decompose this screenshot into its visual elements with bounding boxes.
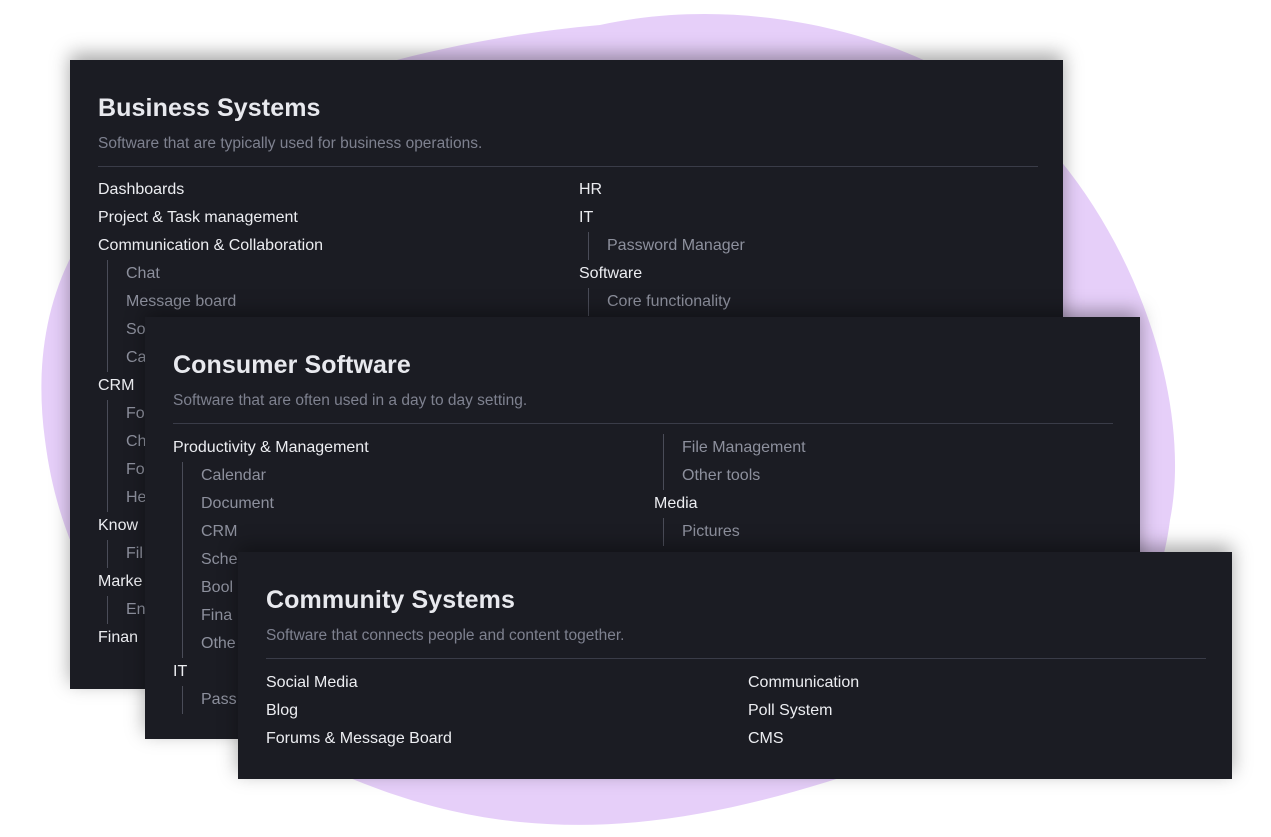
category-item[interactable]: Dashboards — [98, 176, 323, 204]
card-subtitle: Software that are typically used for bus… — [98, 135, 483, 152]
category-item[interactable]: Project & Task management — [98, 204, 323, 232]
sub-category-item[interactable]: Password Manager — [579, 232, 745, 260]
sub-category-item[interactable]: CRM — [173, 518, 369, 546]
right-column: Communication Poll System CMS — [748, 669, 859, 753]
right-column: HR IT Password Manager Software Core functio… — [579, 176, 745, 316]
sub-category-item[interactable]: Core functionality — [579, 288, 745, 316]
category-item[interactable]: Productivity & Management — [173, 434, 369, 462]
category-item[interactable]: HR — [579, 176, 745, 204]
left-column: Social Media Blog Forums & Message Board — [266, 669, 452, 753]
card-subtitle: Software that are often used in a day to… — [173, 392, 528, 409]
sub-category-item[interactable]: Message board — [98, 288, 323, 316]
sub-category-item[interactable]: Chat — [98, 260, 323, 288]
category-item[interactable]: Social Media — [266, 669, 452, 697]
category-item[interactable]: Media — [654, 490, 806, 518]
category-item[interactable]: Communication — [748, 669, 859, 697]
card-title: Consumer Software — [173, 351, 411, 379]
category-item[interactable]: Blog — [266, 697, 452, 725]
sub-category-item[interactable]: Document — [173, 490, 369, 518]
category-item[interactable]: Poll System — [748, 697, 859, 725]
card-subtitle: Software that connects people and conten… — [266, 627, 625, 644]
category-item[interactable]: IT — [579, 204, 745, 232]
sub-category-item[interactable]: Other tools — [654, 462, 806, 490]
divider — [173, 423, 1113, 424]
sub-category-item[interactable]: Calendar — [173, 462, 369, 490]
category-item[interactable]: Forums & Message Board — [266, 725, 452, 753]
card-title: Business Systems — [98, 94, 321, 122]
sub-category-item[interactable]: Pictures — [654, 518, 806, 546]
right-column: File Management Other tools Media Pictures — [654, 434, 806, 546]
category-item[interactable]: CMS — [748, 725, 859, 753]
divider — [266, 658, 1206, 659]
card-title: Community Systems — [266, 586, 515, 614]
community-systems-card: Community Systems Software that connects… — [238, 552, 1232, 779]
category-item[interactable]: Communication & Collaboration — [98, 232, 323, 260]
divider — [98, 166, 1038, 167]
sub-category-item[interactable]: File Management — [654, 434, 806, 462]
category-item[interactable]: Software — [579, 260, 745, 288]
